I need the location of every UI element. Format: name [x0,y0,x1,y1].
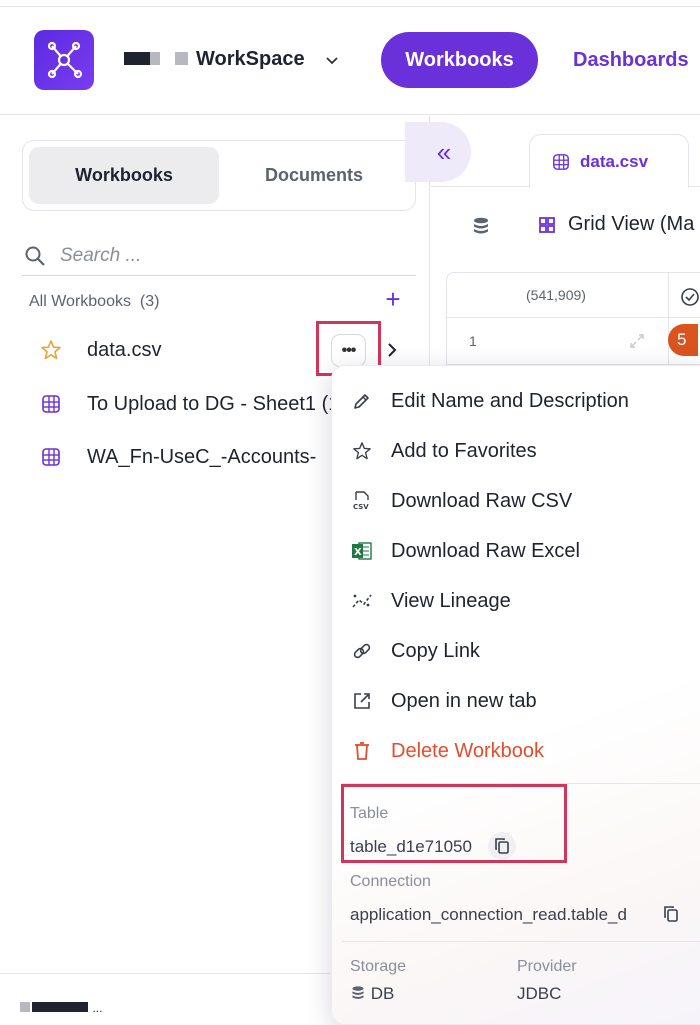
copy-table-button[interactable] [488,832,516,860]
grid-header-row: (541,909) [447,273,700,318]
network-logo-icon [47,41,83,79]
segment-documents[interactable]: Documents [219,147,409,204]
app-header: WorkSpace Workbooks Dashboards [0,7,700,115]
menu-item-delete[interactable]: Delete Workbook [332,727,700,775]
copy-icon [664,906,678,922]
menu-divider-2 [342,941,700,942]
menu-item-download-csv[interactable]: CSV Download Raw CSV [332,477,700,525]
workspace-name[interactable]: WorkSpace [196,48,305,71]
workbook-name: data.csv [87,338,162,361]
search-icon [25,246,45,266]
storage-value: DB [370,984,395,1003]
row-number: 1 [469,333,477,349]
row-count: (541,909) [526,287,586,303]
all-workbooks-header: All Workbooks (3) [29,293,159,311]
all-workbooks-count: (3) [139,293,160,310]
sheet-grid-icon [553,153,569,170]
copy-icon [495,838,509,854]
excel-icon: X [351,540,373,562]
menu-item-label: Delete Workbook [391,739,545,762]
sidebar-footer-redacted: ... [20,999,110,1013]
tab-label: data.csv [580,151,649,171]
app-logo[interactable] [34,30,94,90]
table-value: table_d1e71050 [350,837,472,856]
workbook-name: To Upload to DG - Sheet1 (1 [87,392,340,415]
expand-icon[interactable] [629,333,645,349]
chevron-down-icon[interactable] [323,51,341,69]
table-label: Table [350,805,389,822]
link-icon [351,640,373,662]
connection-label: Connection [350,873,431,890]
segment-control: Workbooks Documents [22,140,416,211]
svg-text:X: X [354,547,362,558]
star-icon[interactable] [40,339,62,361]
external-link-icon [351,690,373,712]
menu-item-download-excel[interactable]: X Download Raw Excel [332,527,700,575]
nav-dashboards-button[interactable]: Dashboards [556,32,700,88]
storage-label: Storage [350,958,407,975]
cell-value-badge: 5 [668,324,698,356]
menu-item-view-lineage[interactable]: View Lineage [332,577,700,625]
tab-data-csv[interactable]: data.csv [529,134,689,188]
search-field[interactable]: Search ... [22,236,416,276]
sidebar-footer-text: ... [92,1001,103,1013]
menu-item-label: View Lineage [391,589,511,612]
connection-value: application_connection_read.table_d [350,905,627,924]
trash-icon [351,740,373,762]
copy-connection-button[interactable] [657,900,685,928]
view-selector[interactable]: Grid View (Ma [568,213,694,236]
pencil-icon [351,390,373,412]
sheet-grid-icon [40,446,62,468]
workspace-owner-redacted [124,52,188,70]
segment-workbooks[interactable]: Workbooks [29,147,219,204]
menu-item-label: Copy Link [391,639,480,662]
more-options-button[interactable]: ••• [331,334,366,367]
menu-item-open-new-tab[interactable]: Open in new tab [332,677,700,725]
double-chevron-left-icon: « [436,136,452,167]
add-workbook-button[interactable]: + [381,286,405,312]
menu-item-favorites[interactable]: Add to Favorites [332,427,700,475]
menu-item-label: Download Raw Excel [391,539,580,562]
grid-row[interactable]: 1 [447,318,700,364]
menu-item-copy-link[interactable]: Copy Link [332,627,700,675]
grid-view-icon[interactable] [537,215,557,235]
workbook-context-menu: Edit Name and Description Add to Favorit… [331,365,700,1025]
sidebar-footer-divider [0,973,330,974]
nav-workbooks-button[interactable]: Workbooks [381,32,538,88]
menu-item-label: Edit Name and Description [391,389,629,412]
provider-value: JDBC [517,984,562,1003]
csv-file-icon: CSV [351,490,373,512]
menu-item-label: Open in new tab [391,689,537,712]
star-outline-icon [351,440,373,462]
chevron-right-icon[interactable] [384,340,400,360]
data-grid: (541,909) 1 [446,272,700,373]
storage-value-row: DB [350,984,394,1004]
svg-text:CSV: CSV [353,503,369,511]
search-input[interactable]: Search ... [60,245,141,267]
collapse-sidebar-button[interactable]: « [405,122,471,182]
sheet-grid-icon [40,393,62,415]
menu-item-label: Download Raw CSV [391,489,573,512]
lineage-icon [351,590,373,612]
database-icon [352,986,364,999]
menu-item-label: Add to Favorites [391,439,537,462]
check-circle-icon[interactable] [680,287,700,307]
provider-label: Provider [517,958,577,975]
menu-item-edit[interactable]: Edit Name and Description [332,377,700,425]
workbook-name: WA_Fn-UseC_-Accounts- [87,445,317,468]
database-icon[interactable] [471,216,491,236]
all-workbooks-label: All Workbooks [29,293,131,310]
